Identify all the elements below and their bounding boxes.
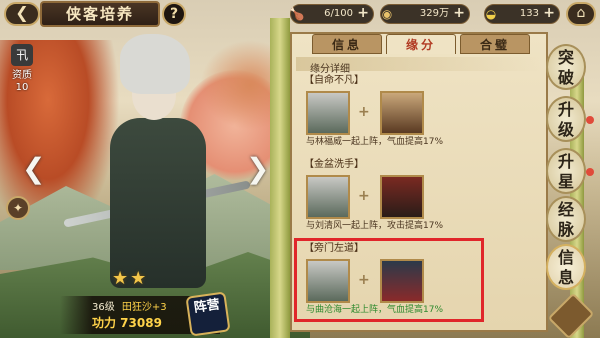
bag-icon[interactable]: ✦: [6, 196, 30, 220]
add-gold-button[interactable]: +: [543, 4, 555, 22]
resource-gold: ◒ 133 +: [484, 4, 560, 24]
aptitude-value: 10: [15, 82, 29, 93]
home-button[interactable]: ⌂: [566, 2, 596, 26]
resource-stamina: 🍗 6/100 +: [290, 4, 374, 24]
tab-info[interactable]: 信息: [312, 34, 382, 54]
prev-hero-arrow-icon[interactable]: ❮: [22, 152, 45, 185]
menu-upgrade[interactable]: 升级: [546, 96, 594, 142]
hero-body: [110, 118, 206, 288]
hero-hair: [120, 34, 190, 94]
menu-meridian[interactable]: 经脉: [546, 196, 586, 242]
menu-label: 升级: [557, 100, 574, 139]
hero-stars: ★★: [112, 268, 149, 289]
bond-name: 【金盆洗手】: [304, 159, 364, 170]
hero-power: 功力 73089: [92, 316, 162, 330]
tab-bond[interactable]: 缘分: [386, 34, 456, 54]
bond-entry: 【金盆洗手】 + 与刘清风一起上阵，攻击提高17%: [296, 158, 542, 231]
notification-dot: [586, 116, 594, 124]
chicken-leg-icon: 🍗: [289, 7, 305, 21]
bond-description: 与刘清风一起上阵，攻击提高17%: [306, 221, 444, 231]
partner-avatar-slot[interactable]: [380, 175, 424, 219]
resource-coins: ◉ 329万 +: [380, 4, 470, 24]
partner-avatar-slot[interactable]: [380, 91, 424, 135]
hero-avatar-slot[interactable]: [306, 175, 350, 219]
gold-value: 133: [519, 8, 539, 19]
menu-label: 信息: [557, 248, 574, 287]
section-header: 缘分详细: [296, 57, 542, 75]
page-title: 侠客培养: [40, 1, 160, 27]
menu-info[interactable]: 信息: [546, 244, 586, 290]
bond-name: 【自命不凡】: [304, 75, 364, 86]
hero-name: 田狂沙+3: [121, 302, 167, 313]
back-button[interactable]: ❮: [4, 2, 40, 26]
add-stamina-button[interactable]: +: [357, 4, 369, 22]
aptitude-label: 资质: [12, 70, 32, 81]
camp-badge: 阵营: [185, 291, 231, 337]
menu-breakthrough[interactable]: 突破: [546, 44, 586, 90]
hero-portrait: [62, 30, 252, 300]
bamboo-pole-decoration: [270, 18, 290, 338]
hero-level-name: 36级 田狂沙+3: [92, 298, 167, 313]
bond-description: 与林福威一起上阵，气血提高17%: [306, 137, 444, 147]
next-hero-arrow-icon[interactable]: ❯: [246, 152, 269, 185]
add-coins-button[interactable]: +: [453, 4, 465, 22]
hero-level: 36级: [92, 302, 115, 313]
game-screen: ❮ 侠客培养 ? 🍗 6/100 + ◉ 329万 + ◒ 133 + ⌂ 卂 …: [0, 0, 600, 338]
aptitude-badge: 卂 资质 10: [10, 44, 34, 116]
coin-icon: ◉: [381, 7, 393, 21]
help-button[interactable]: ?: [162, 2, 186, 26]
pole-end-decoration: [547, 292, 595, 338]
menu-star-up[interactable]: 升星: [546, 148, 594, 194]
highlight-box: [294, 238, 484, 322]
menu-label: 突破: [557, 48, 574, 87]
panel-tabs: 信息 缘分 合璧: [296, 34, 546, 56]
menu-label: 升星: [557, 152, 574, 191]
stamina-value: 6/100: [324, 8, 353, 19]
notification-dot: [586, 168, 594, 176]
aptitude-icon: 卂: [11, 44, 33, 66]
plus-icon: +: [358, 188, 370, 204]
hero-avatar-slot[interactable]: [306, 91, 350, 135]
plus-icon: +: [358, 104, 370, 120]
coins-value: 329万: [419, 8, 449, 19]
menu-label: 经脉: [557, 200, 574, 239]
tab-combo[interactable]: 合璧: [460, 34, 530, 54]
bond-entry: 【自命不凡】 + 与林福威一起上阵，气血提高17%: [296, 74, 542, 147]
gold-ingot-icon: ◒: [485, 7, 497, 21]
top-bar: ❮ 侠客培养 ? 🍗 6/100 + ◉ 329万 + ◒ 133 + ⌂: [0, 0, 600, 28]
